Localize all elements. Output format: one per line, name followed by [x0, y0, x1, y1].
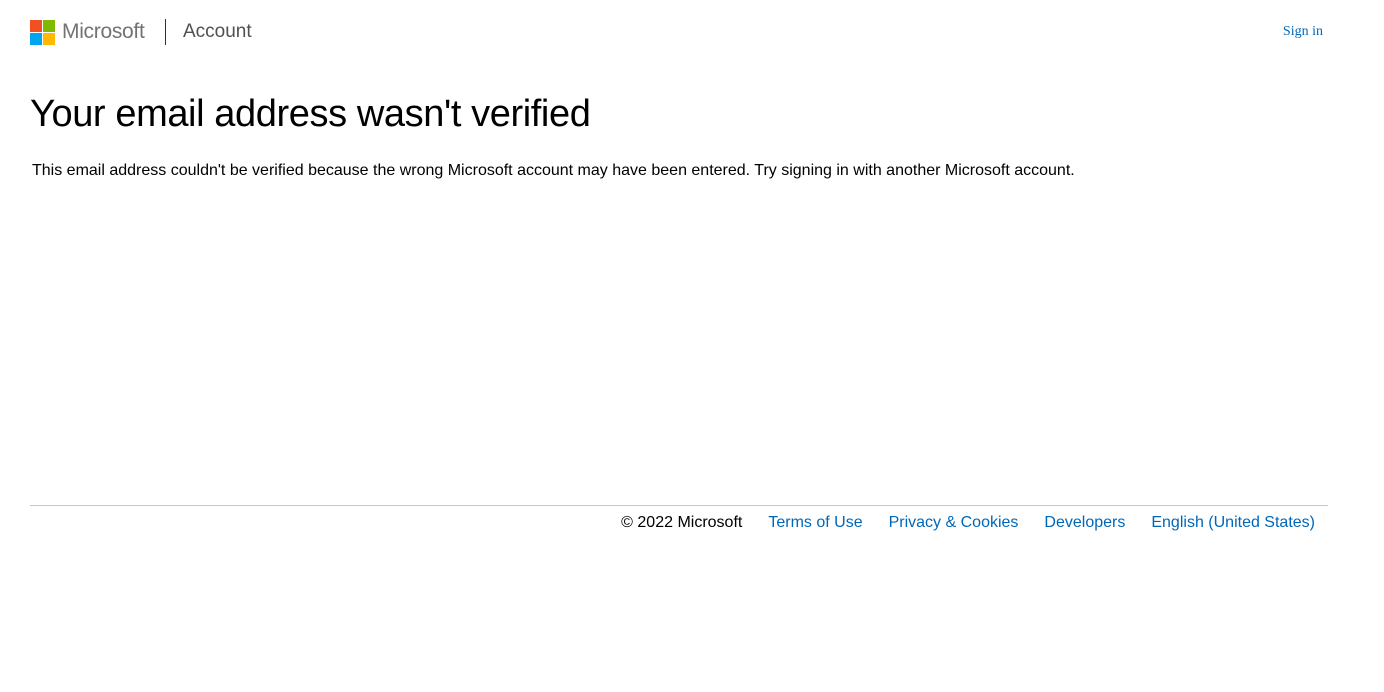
logo-green-square — [43, 19, 55, 32]
copyright-text: © 2022 Microsoft — [621, 514, 743, 531]
footer-divider — [30, 505, 1328, 506]
site-header: Microsoft Account Sign in — [0, 0, 1384, 64]
page: Microsoft Account Sign in Your email add… — [0, 0, 1384, 692]
error-description: This email address couldn't be verified … — [32, 162, 1075, 179]
page-title: Your email address wasn't verified — [30, 93, 591, 135]
developers-link[interactable]: Developers — [1044, 511, 1125, 535]
microsoft-logo-icon — [30, 19, 55, 45]
brand-name: Microsoft — [62, 20, 145, 43]
microsoft-logo-link[interactable]: Microsoft — [30, 19, 145, 45]
logo-red-square — [30, 19, 42, 32]
sign-in-link[interactable]: Sign in — [1283, 23, 1323, 41]
language-selector-link[interactable]: English (United States) — [1151, 511, 1315, 535]
logo-yellow-square — [43, 32, 55, 45]
header-divider — [165, 19, 166, 45]
site-footer: © 2022 Microsoft Terms of Use Privacy & … — [621, 511, 1315, 535]
terms-of-use-link[interactable]: Terms of Use — [768, 511, 862, 535]
privacy-cookies-link[interactable]: Privacy & Cookies — [889, 511, 1019, 535]
product-name-link[interactable]: Account — [183, 20, 252, 44]
logo-blue-square — [30, 32, 42, 45]
